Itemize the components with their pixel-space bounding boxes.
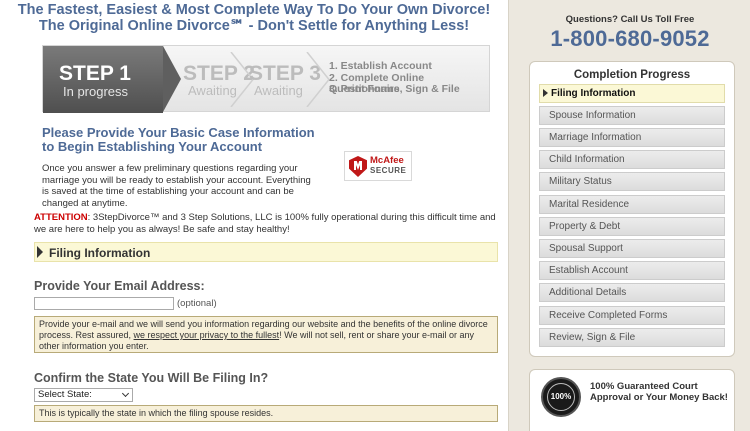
progress-item-label: Marriage Information (549, 132, 642, 143)
progress-item-label: Child Information (549, 154, 625, 165)
step-1-current: STEP 1 In progress (43, 46, 163, 113)
section-header-label: Filing Information (49, 246, 151, 260)
state-question: Confirm the State You Will Be Filing In? (34, 371, 269, 385)
main-content: The Fastest, Easiest & Most Complete Way… (0, 0, 508, 431)
case-info-description: Once you answer a few preliminary questi… (42, 163, 311, 209)
progress-item-spousal-support[interactable]: Spousal Support (539, 239, 725, 258)
steps-list: 1. Establish Account 2. Complete Online … (329, 60, 489, 96)
progress-item-label: Filing Information (551, 88, 636, 99)
state-select[interactable]: Select State: (34, 388, 133, 402)
progress-item-label: Marital Residence (549, 199, 630, 210)
progress-item-marriage-information[interactable]: Marriage Information (539, 128, 725, 147)
sidebar: Questions? Call Us Toll Free 1-800-680-9… (508, 0, 750, 431)
caret-right-icon (543, 89, 548, 97)
progress-item-label: Receive Completed Forms (549, 310, 668, 321)
mcafee-shield-icon (349, 156, 367, 177)
steps-banner: STEP 1 In progress STEP 2 Awaiting STEP … (42, 45, 490, 113)
case-info-title: Please Provide Your Basic Case Informati… (42, 125, 315, 154)
progress-item-label: Review, Sign & File (549, 332, 636, 343)
guarantee-text: 100% Guaranteed Court Approval or Your M… (590, 381, 728, 403)
progress-item-label: Additional Details (549, 287, 627, 298)
attention-text: : 3StepDivorce™ and 3 Step Solutions, LL… (34, 212, 496, 235)
step-3-status: Awaiting (254, 83, 303, 98)
attention-notice: ATTENTION: 3StepDivorce™ and 3 Step Solu… (34, 212, 500, 235)
progress-item-label: Property & Debt (549, 221, 621, 232)
chevron-down-icon (121, 389, 130, 398)
progress-item-establish-account[interactable]: Establish Account (539, 261, 725, 280)
step-1-title: STEP 1 (59, 62, 131, 85)
progress-item-filing-information[interactable]: Filing Information (539, 84, 725, 103)
guarantee-panel: 100% 100% Guaranteed Court Approval or Y… (529, 369, 735, 431)
steps-list-item: 1. Establish Account (329, 60, 432, 72)
email-info-note: Provide your e-mail and we will send you… (34, 316, 498, 353)
phone-number[interactable]: 1-800-680-9052 (509, 26, 750, 52)
progress-title: Completion Progress (573, 69, 691, 81)
progress-item-child-information[interactable]: Child Information (539, 150, 725, 169)
state-info-note: This is typically the state in which the… (34, 405, 498, 422)
progress-item-label: Establish Account (549, 265, 628, 276)
state-select-value: Select State: (38, 389, 92, 400)
progress-item-marital-residence[interactable]: Marital Residence (539, 195, 725, 214)
attention-label: ATTENTION (34, 212, 88, 223)
mcafee-secure-badge[interactable]: McAfee SECURE (344, 151, 412, 181)
optional-label: (optional) (177, 298, 217, 309)
progress-item-property-debt[interactable]: Property & Debt (539, 217, 725, 236)
headline-line-2: The Original Online Divorce℠ - Don't Set… (38, 17, 470, 34)
section-header-filing: Filing Information (34, 242, 498, 262)
caret-right-icon (37, 246, 43, 258)
progress-item-label: Military Status (549, 176, 612, 187)
progress-item-military-status[interactable]: Military Status (539, 172, 725, 191)
step-1-status: In progress (63, 84, 129, 99)
mcafee-text: McAfee SECURE (370, 156, 406, 176)
mcafee-brand: McAfee (370, 155, 404, 166)
privacy-link[interactable]: we respect your privacy to the fullest (134, 330, 280, 340)
progress-item-receive-forms[interactable]: Receive Completed Forms (539, 306, 725, 325)
call-label: Questions? Call Us Toll Free (565, 14, 695, 25)
completion-progress-panel: Completion Progress Filing Information S… (529, 61, 735, 357)
progress-item-review-sign-file[interactable]: Review, Sign & File (539, 328, 725, 347)
headline-line-1: The Fastest, Easiest & Most Complete Way… (17, 2, 491, 18)
progress-item-spouse-information[interactable]: Spouse Information (539, 106, 725, 125)
page-headline: The Fastest, Easiest & Most Complete Way… (0, 2, 508, 34)
step-1-arrow-icon (163, 46, 181, 112)
progress-item-label: Spouse Information (549, 110, 636, 121)
email-question: Provide Your Email Address: (34, 279, 205, 293)
mcafee-label: SECURE (370, 166, 407, 175)
guarantee-seal-icon: 100% (541, 377, 581, 417)
steps-list-item: 3. Print Forms, Sign & File (329, 83, 460, 95)
guarantee-seal-text: 100% (547, 383, 575, 411)
progress-item-additional-details[interactable]: Additional Details (539, 283, 725, 302)
email-field[interactable] (34, 297, 174, 310)
progress-item-label: Spousal Support (549, 243, 623, 254)
